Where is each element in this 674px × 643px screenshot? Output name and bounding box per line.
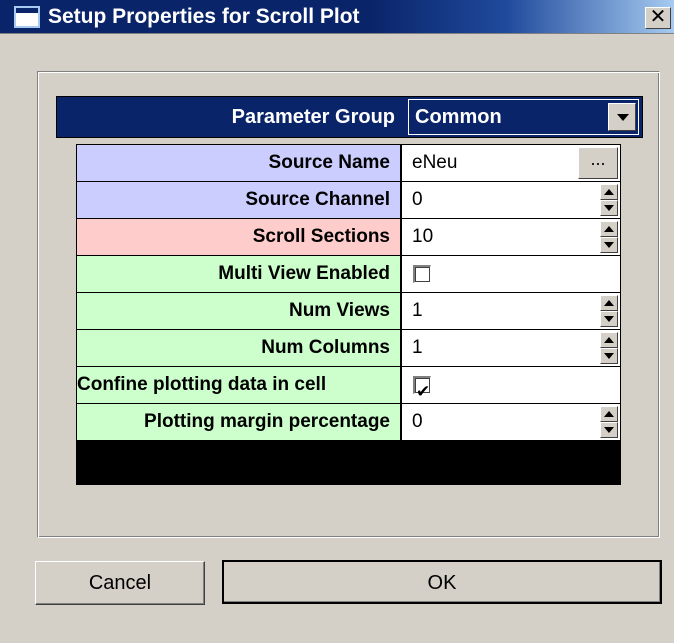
spin-down-icon[interactable] [600,200,618,216]
source-name-field[interactable]: eNeu ... [402,145,620,182]
property-label: Num Columns [77,330,401,367]
parameter-group-select[interactable]: Common [408,99,639,135]
property-grid: Source Name eNeu ... Source Channel 0 Sc… [76,144,621,485]
spin-up-icon[interactable] [600,332,618,348]
property-row-scroll-sections: Scroll Sections 10 [77,219,620,256]
browse-button[interactable]: ... [578,147,618,179]
window-icon [14,6,40,28]
property-label: Scroll Sections [77,219,401,256]
property-label: Multi View Enabled [77,256,401,293]
scroll-sections-spinner[interactable] [600,221,618,253]
scroll-sections-field[interactable]: 10 [402,219,620,256]
property-row-confine-plotting: Confine plotting data in cell ✔ [77,367,620,404]
multi-view-enabled-checkbox[interactable] [413,265,431,283]
cancel-button[interactable]: Cancel [35,561,205,605]
spin-up-icon[interactable] [600,221,618,237]
parameter-group-label: Parameter Group [231,106,395,128]
property-row-num-views: Num Views 1 [77,293,620,330]
close-button[interactable]: ✕ [645,7,671,29]
spin-down-icon[interactable] [600,422,618,438]
property-row-multi-view-enabled: Multi View Enabled [77,256,620,293]
multi-view-enabled-cell [402,256,620,293]
property-label: Confine plotting data in cell [77,367,401,404]
title-bar: Setup Properties for Scroll Plot ✕ [0,0,674,34]
property-value: 0 [412,411,423,432]
property-label: Plotting margin percentage [77,404,401,441]
property-row-source-name: Source Name eNeu ... [77,145,620,182]
parameter-group-row: Parameter Group Common [56,96,643,138]
property-row-plotting-margin: Plotting margin percentage 0 [77,404,620,441]
plotting-margin-field[interactable]: 0 [402,404,620,441]
property-label: Source Channel [77,182,401,219]
source-channel-field[interactable]: 0 [402,182,620,219]
property-value: 10 [412,226,434,247]
confine-plotting-cell: ✔ [402,367,620,404]
spin-up-icon[interactable] [600,184,618,200]
property-value: 0 [412,189,423,210]
property-value: 1 [412,337,423,358]
num-views-spinner[interactable] [600,295,618,327]
spin-down-icon[interactable] [600,237,618,253]
property-label: Num Views [77,293,401,330]
property-value: eNeu [412,152,458,173]
num-columns-spinner[interactable] [600,332,618,364]
property-value: 1 [412,300,423,321]
confine-plotting-checkbox[interactable]: ✔ [413,376,431,401]
window-title: Setup Properties for Scroll Plot [48,5,360,28]
source-channel-spinner[interactable] [600,184,618,216]
num-views-field[interactable]: 1 [402,293,620,330]
ok-button[interactable]: OK [222,560,662,604]
property-label: Source Name [77,145,401,182]
num-columns-field[interactable]: 1 [402,330,620,367]
spin-up-icon[interactable] [600,406,618,422]
chevron-down-icon[interactable] [608,103,636,131]
spin-down-icon[interactable] [600,348,618,364]
plotting-margin-spinner[interactable] [600,406,618,438]
spin-up-icon[interactable] [600,295,618,311]
property-row-source-channel: Source Channel 0 [77,182,620,219]
property-row-num-columns: Num Columns 1 [77,330,620,367]
spin-down-icon[interactable] [600,311,618,327]
parameter-group-value: Common [415,106,502,128]
